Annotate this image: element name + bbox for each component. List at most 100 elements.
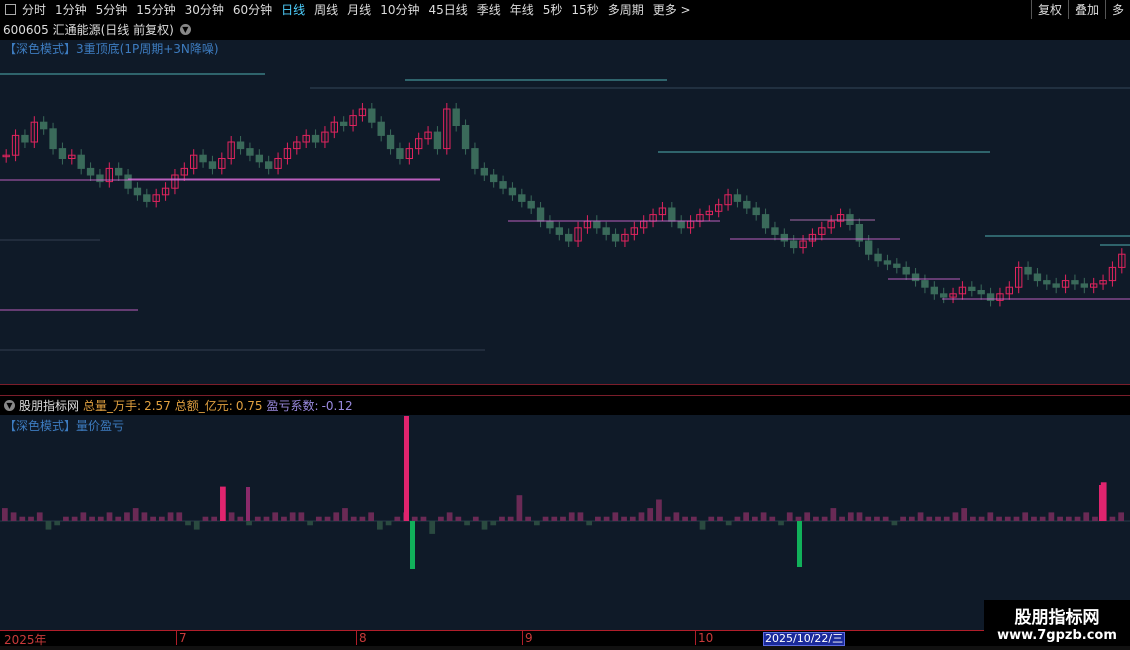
chevron-down-icon[interactable]: ▼ xyxy=(179,24,191,35)
volume-indicator-chart xyxy=(0,416,1130,569)
tab-15[interactable]: 多周期 xyxy=(608,1,644,18)
tab-1[interactable]: 1分钟 xyxy=(55,1,87,18)
volume-bar xyxy=(211,516,218,521)
toolbar-button-2[interactable]: 多 xyxy=(1104,0,1130,19)
tab-4[interactable]: 30分钟 xyxy=(185,1,224,18)
axis-tick xyxy=(522,631,523,645)
volume-bar xyxy=(132,508,139,521)
volume-bar xyxy=(900,516,906,521)
candle-body xyxy=(611,233,620,242)
indicator-header: ▼ 股朋指标网 总量_万手: 2.57 总额_亿元: 0.75 盈亏系数: -0… xyxy=(0,396,1130,415)
candle-body xyxy=(471,148,479,169)
status-strip xyxy=(0,646,1130,650)
candle-body xyxy=(593,220,601,229)
candlestick-panel[interactable]: 【深色模式】3重顶底(1P周期+3N降噪) xyxy=(0,40,1130,384)
volume-bar xyxy=(717,516,723,521)
axis-tick xyxy=(356,631,357,645)
candle-body xyxy=(490,174,498,183)
pl-value: -0.12 xyxy=(321,398,353,413)
axis-label-jul: 7 xyxy=(179,631,187,645)
window-menu-icon[interactable] xyxy=(5,4,16,15)
volume-bar xyxy=(804,512,811,521)
candle-body xyxy=(40,121,48,130)
volume-bar xyxy=(272,512,279,521)
volume-bar xyxy=(1004,516,1011,521)
candle-body xyxy=(49,128,57,150)
volume-spike-up xyxy=(404,416,409,521)
tab-10[interactable]: 45日线 xyxy=(428,1,467,18)
axis-tick xyxy=(695,631,696,645)
candle-body xyxy=(21,134,29,143)
volume-bar xyxy=(874,516,880,521)
volume-bar xyxy=(141,512,148,521)
volume-bar xyxy=(411,516,418,521)
candle-body xyxy=(1052,283,1060,288)
volume-bar xyxy=(36,512,43,521)
volume-bar xyxy=(333,512,340,521)
tab-7[interactable]: 周线 xyxy=(314,1,338,18)
candle-body xyxy=(761,214,770,229)
watermark: 股朋指标网 www.7gpzb.com xyxy=(984,600,1130,646)
volume-bar xyxy=(595,516,601,521)
volume-bar xyxy=(752,516,758,521)
indicator-panel[interactable]: 【深色模式】量价盈亏 xyxy=(0,415,1130,630)
volume-bar xyxy=(228,512,235,521)
volume-bar xyxy=(568,512,575,521)
volume-bar xyxy=(385,521,392,526)
volume-bar xyxy=(743,512,749,521)
volume-bar xyxy=(647,508,654,521)
volume-bar xyxy=(158,516,165,521)
tab-11[interactable]: 季线 xyxy=(477,1,501,18)
volume-bar xyxy=(1048,512,1055,521)
volume-bar xyxy=(917,512,924,521)
volume-spike-down xyxy=(410,521,415,569)
tab-6[interactable]: 日线 xyxy=(281,1,305,18)
tab-0[interactable]: 分时 xyxy=(22,1,46,18)
volume-bar xyxy=(865,516,872,521)
volume-bar xyxy=(786,512,793,521)
cursor-date-label: 2025/10/22/三 xyxy=(763,632,846,646)
volume-bar xyxy=(621,516,627,521)
volume-bar xyxy=(961,508,968,521)
candle-body xyxy=(124,174,132,189)
tab-5[interactable]: 60分钟 xyxy=(233,1,272,18)
volume-bar xyxy=(10,512,17,521)
tab-3[interactable]: 15分钟 xyxy=(136,1,175,18)
candle-body xyxy=(311,134,320,143)
toolbar-button-0[interactable]: 复权 xyxy=(1030,0,1068,19)
tab-16[interactable]: 更多 > xyxy=(653,1,691,18)
tab-14[interactable]: 15秒 xyxy=(571,1,598,18)
volume-bar xyxy=(813,516,819,521)
volume-label: 总量_万手: xyxy=(83,399,142,413)
volume-bar xyxy=(638,512,645,521)
tab-9[interactable]: 10分钟 xyxy=(380,1,419,18)
tab-8[interactable]: 月线 xyxy=(347,1,371,18)
candle-body xyxy=(911,273,920,282)
volume-bar xyxy=(882,516,889,521)
period-toolbar: 分时 1分钟 5分钟 15分钟 30分钟 60分钟 日线 周线 月线 10分钟 45日线 季线 年线 5秒… xyxy=(0,0,1130,19)
tab-2[interactable]: 5分钟 xyxy=(96,1,128,18)
volume-bar xyxy=(1031,516,1037,521)
volume-bar xyxy=(220,486,226,521)
candle-body xyxy=(452,108,460,126)
volume-bar xyxy=(97,516,104,521)
period-tabs: 分时 1分钟 5分钟 15分钟 30分钟 60分钟 日线 周线 月线 10分钟 45日线 季线 年线 5秒… xyxy=(22,1,700,18)
toolbar-button-1[interactable]: 叠加 xyxy=(1067,0,1105,19)
volume-bar xyxy=(63,516,69,521)
volume-bar xyxy=(769,516,776,521)
volume-bar xyxy=(1065,516,1072,521)
indicator-name: 股朋指标网 xyxy=(19,399,80,413)
watermark-line2: www.7gpzb.com xyxy=(997,628,1117,643)
candle-body xyxy=(536,207,545,222)
volume-bar xyxy=(830,508,837,521)
tab-12[interactable]: 年线 xyxy=(510,1,534,18)
volume-bar xyxy=(629,516,636,521)
tab-13[interactable]: 5秒 xyxy=(543,1,563,18)
volume-bar xyxy=(237,516,244,521)
candle-body xyxy=(461,125,470,150)
candle-body xyxy=(143,194,151,202)
volume-bar xyxy=(80,512,87,521)
chevron-down-icon[interactable]: ▼ xyxy=(4,400,15,411)
volume-bar xyxy=(682,516,688,521)
volume-bar xyxy=(1083,512,1090,521)
